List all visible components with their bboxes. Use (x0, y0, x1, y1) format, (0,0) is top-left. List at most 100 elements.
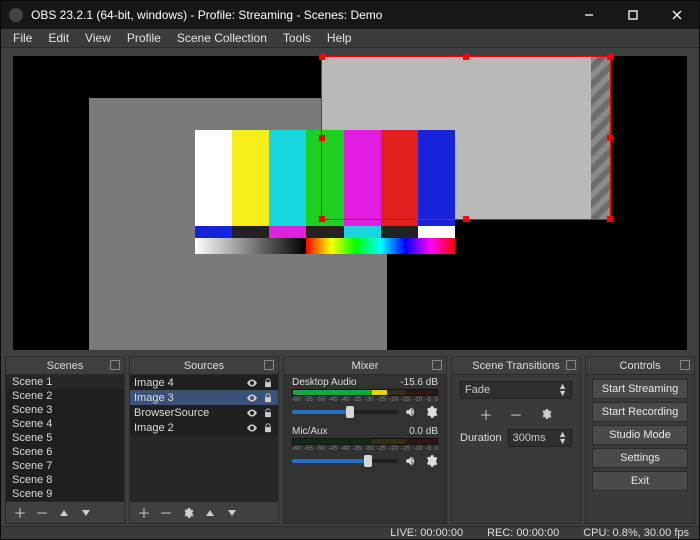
preview-background (13, 56, 687, 350)
popout-icon[interactable] (432, 360, 442, 370)
mixer-channel: Mic/Aux0.0 dB-60-55-50-45-40-35-30-25-20… (284, 424, 446, 473)
maximize-button[interactable] (611, 1, 655, 29)
scene-row[interactable]: Scene 3 (6, 403, 124, 417)
mixer-body: Desktop Audio-15.6 dB-60-55-50-45-40-35-… (284, 375, 446, 523)
handle-n[interactable] (463, 54, 469, 60)
source-add-button[interactable]: ＋ (134, 504, 154, 522)
status-rec: REC: 00:00:00 (487, 527, 559, 539)
scene-down-button[interactable] (76, 504, 96, 522)
lock-icon[interactable] (262, 392, 274, 404)
transition-add-button[interactable]: ＋ (476, 405, 496, 423)
volume-slider[interactable] (292, 459, 398, 463)
source-row[interactable]: Image 3 (130, 390, 278, 405)
controls-header[interactable]: Controls (586, 357, 694, 375)
scene-row[interactable]: Scene 7 (6, 459, 124, 473)
handle-nw[interactable] (319, 54, 325, 60)
start-streaming-button[interactable]: Start Streaming (592, 379, 688, 399)
controls-body: Start Streaming Start Recording Studio M… (586, 375, 694, 495)
speaker-icon[interactable] (404, 454, 418, 468)
channel-name: Mic/Aux (292, 426, 328, 437)
scenes-header[interactable]: Scenes (6, 357, 124, 375)
channel-db: 0.0 dB (409, 426, 438, 437)
exit-button[interactable]: Exit (592, 471, 688, 491)
minimize-button[interactable] (567, 1, 611, 29)
mixer-channel: Desktop Audio-15.6 dB-60-55-50-45-40-35-… (284, 375, 446, 424)
transition-remove-button[interactable]: － (506, 405, 526, 423)
source-row[interactable]: Image 4 (130, 375, 278, 390)
updown-icon: ▲▼ (558, 383, 567, 397)
studio-mode-button[interactable]: Studio Mode (592, 425, 688, 445)
handle-sw[interactable] (319, 216, 325, 222)
gear-icon[interactable] (424, 405, 438, 419)
app-icon (9, 8, 23, 22)
scene-up-button[interactable] (54, 504, 74, 522)
source-down-button[interactable] (222, 504, 242, 522)
scenes-toolbar: ＋ － (6, 501, 124, 523)
menu-scene-collection[interactable]: Scene Collection (169, 29, 275, 47)
source-row[interactable]: BrowserSource (130, 405, 278, 420)
scene-add-button[interactable]: ＋ (10, 504, 30, 522)
scene-remove-button[interactable]: － (32, 504, 52, 522)
duration-input[interactable]: 300ms ▲▼ (508, 429, 572, 447)
sources-list[interactable]: Image 4Image 3BrowserSource Image 2 (130, 375, 278, 501)
menu-edit[interactable]: Edit (40, 29, 77, 47)
window-title: OBS 23.2.1 (64-bit, windows) - Profile: … (31, 8, 567, 22)
scene-row[interactable]: Scene 1 (6, 375, 124, 389)
scene-row[interactable]: Scene 2 (6, 389, 124, 403)
scene-row[interactable]: Scene 8 (6, 473, 124, 487)
visibility-icon[interactable] (246, 407, 258, 419)
handle-se[interactable] (607, 216, 613, 222)
sources-header[interactable]: Sources (130, 357, 278, 375)
transitions-header[interactable]: Scene Transitions (452, 357, 580, 375)
start-recording-button[interactable]: Start Recording (592, 402, 688, 422)
popout-icon[interactable] (566, 360, 576, 370)
settings-button[interactable]: Settings (592, 448, 688, 468)
mixer-title: Mixer (352, 360, 379, 372)
transition-settings-button[interactable] (536, 405, 556, 423)
menu-profile[interactable]: Profile (119, 29, 169, 47)
handle-e[interactable] (607, 135, 613, 141)
menu-file[interactable]: File (5, 29, 40, 47)
lock-icon[interactable] (262, 422, 274, 434)
menubar: File Edit View Profile Scene Collection … (1, 29, 699, 48)
transition-current: Fade (465, 384, 490, 396)
handle-w[interactable] (319, 135, 325, 141)
mixer-dock: Mixer Desktop Audio-15.6 dB-60-55-50-45-… (283, 356, 447, 524)
source-up-button[interactable] (200, 504, 220, 522)
channel-name: Desktop Audio (292, 377, 357, 388)
selection-outline[interactable] (321, 56, 611, 220)
mixer-header[interactable]: Mixer (284, 357, 446, 375)
visibility-icon[interactable] (246, 422, 258, 434)
scene-row[interactable]: Scene 5 (6, 431, 124, 445)
popout-icon[interactable] (680, 360, 690, 370)
visibility-icon[interactable] (246, 377, 258, 389)
menu-view[interactable]: View (77, 29, 119, 47)
close-button[interactable] (655, 1, 699, 29)
volume-slider[interactable] (292, 410, 398, 414)
source-remove-button[interactable]: － (156, 504, 176, 522)
unlock-icon[interactable] (262, 407, 274, 419)
lock-icon[interactable] (262, 377, 274, 389)
source-name: Image 2 (134, 422, 242, 434)
speaker-icon[interactable] (404, 405, 418, 419)
scenes-list[interactable]: Scene 1Scene 2Scene 3Scene 4Scene 5Scene… (6, 375, 124, 501)
menu-help[interactable]: Help (319, 29, 360, 47)
scene-row[interactable]: Scene 9 (6, 487, 124, 501)
popout-icon[interactable] (110, 360, 120, 370)
controls-title: Controls (620, 360, 661, 372)
handle-ne[interactable] (607, 54, 613, 60)
visibility-icon[interactable] (246, 392, 258, 404)
scene-row[interactable]: Scene 4 (6, 417, 124, 431)
duration-label: Duration (460, 432, 502, 444)
source-row[interactable]: Image 2 (130, 420, 278, 435)
menu-tools[interactable]: Tools (275, 29, 319, 47)
preview-canvas[interactable] (89, 56, 611, 350)
gear-icon[interactable] (424, 454, 438, 468)
titlebar: OBS 23.2.1 (64-bit, windows) - Profile: … (1, 1, 699, 29)
scene-row[interactable]: Scene 6 (6, 445, 124, 459)
transition-select[interactable]: Fade ▲▼ (460, 381, 572, 399)
source-settings-button[interactable] (178, 504, 198, 522)
popout-icon[interactable] (264, 360, 274, 370)
statusbar: LIVE: 00:00:00 REC: 00:00:00 CPU: 0.8%, … (1, 526, 699, 539)
handle-s[interactable] (463, 216, 469, 222)
